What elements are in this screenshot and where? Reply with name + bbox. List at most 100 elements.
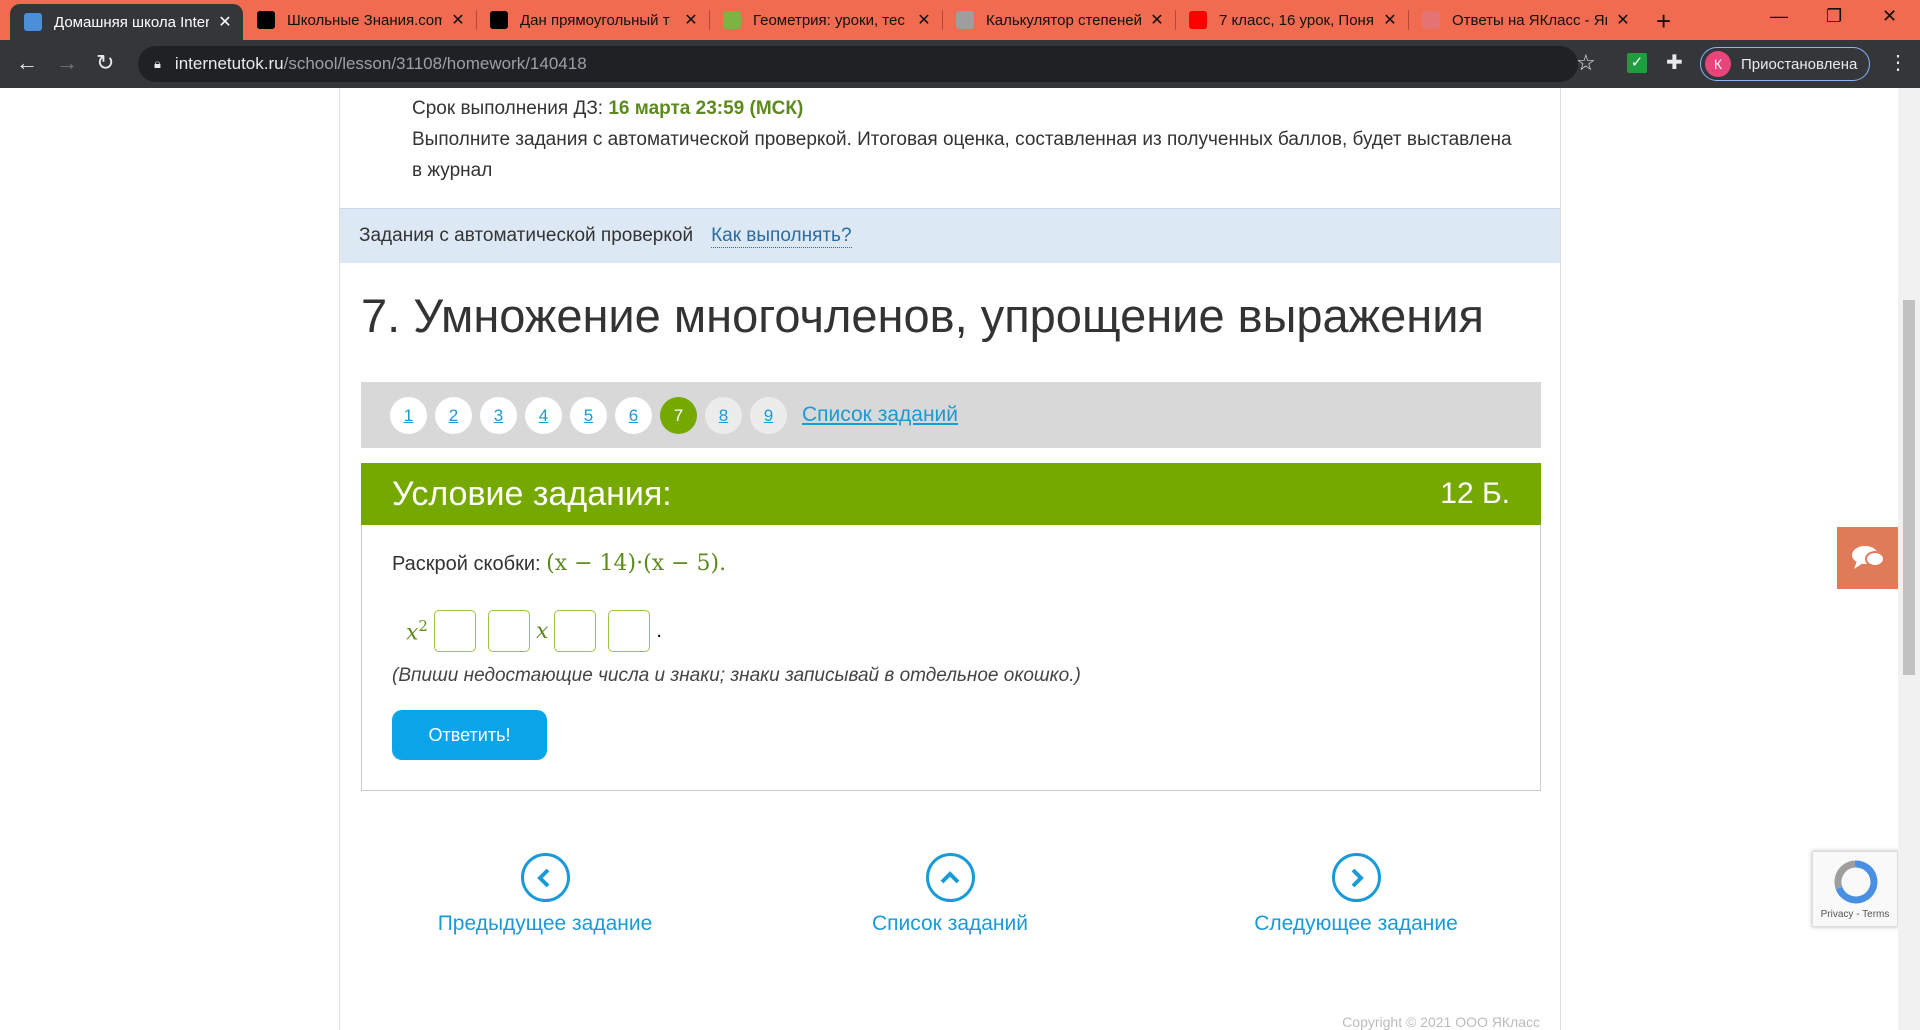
tab-title: Геометрия: уроки, тес	[753, 11, 905, 29]
znanija-icon	[257, 11, 275, 29]
lock-icon: 🔒︎	[154, 56, 161, 71]
vertical-scrollbar[interactable]	[1898, 88, 1920, 1030]
recaptcha-badge[interactable]: Privacy - Terms	[1812, 851, 1898, 927]
instructions-line-2: в журнал	[412, 160, 493, 181]
close-tab-icon[interactable]: ✕	[1615, 10, 1631, 30]
profile-button[interactable]: К Приостановлена	[1700, 47, 1870, 81]
restore-button[interactable]: ❐	[1826, 6, 1842, 27]
how-to-link[interactable]: Как выполнять?	[711, 225, 852, 248]
minimize-button[interactable]: —	[1770, 6, 1788, 27]
task-list-link[interactable]: Список заданий	[802, 403, 958, 427]
band-label: Задания с автоматической проверкой	[359, 225, 694, 246]
page-7-button[interactable]: 7	[660, 396, 697, 434]
address-bar-row: ← → ↻ 🔒︎ internetutok.ru /school/lesson/…	[0, 40, 1920, 88]
answer-power: 2	[418, 616, 428, 635]
task-header: Условие задания: 12 Б.	[361, 463, 1541, 525]
znanija-icon	[490, 11, 508, 29]
chevron-right-icon	[1331, 853, 1381, 902]
play-icon	[24, 13, 42, 31]
close-tab-icon[interactable]: ✕	[683, 10, 699, 30]
chevron-left-icon	[520, 853, 570, 902]
tab-title: Калькулятор степеней	[986, 11, 1141, 29]
answer-input-sign-1[interactable]	[433, 610, 476, 652]
answer-x-squared: x2	[406, 617, 428, 645]
more-menu-icon[interactable]: ⋮	[1888, 50, 1908, 75]
answer-input-sign-2[interactable]	[554, 610, 597, 652]
extensions-puzzle-icon[interactable]: ✚	[1666, 50, 1683, 75]
tab-bar: Домашняя школа InternetUrok✕Школьные Зна…	[0, 0, 1920, 40]
tab-title: Ответы на ЯКласс - Як	[1452, 11, 1607, 29]
deadline-value: 16 марта 23:59 (МСК)	[608, 98, 804, 119]
bookmark-star-icon[interactable]: ☆	[1576, 50, 1596, 76]
avatar: К	[1705, 51, 1731, 77]
profile-status: Приостановлена	[1741, 55, 1858, 73]
tab-separator	[1408, 10, 1409, 30]
page-content: Срок выполнения ДЗ: 16 марта 23:59 (МСК)…	[0, 88, 1898, 1030]
close-tab-icon[interactable]: ✕	[450, 10, 466, 30]
answer-var: x	[535, 618, 549, 644]
book-icon	[723, 11, 741, 29]
browser-tab[interactable]: Школьные Знания.com ✕	[243, 0, 476, 40]
tab-title: 7 класс, 16 урок, Поня	[1219, 11, 1374, 29]
close-tab-icon[interactable]: ✕	[916, 10, 932, 30]
answer-x: x	[406, 620, 419, 646]
page-9-button[interactable]: 9	[750, 396, 787, 434]
page-1-button[interactable]: 1	[390, 396, 427, 434]
recaptcha-links[interactable]: Privacy - Terms	[1813, 909, 1897, 920]
page-3-button[interactable]: 3	[480, 396, 517, 434]
browser-tab[interactable]: Геометрия: уроки, тес ✕	[709, 0, 942, 40]
answer-input-const[interactable]	[608, 610, 651, 652]
url-host: internetutok.ru	[174, 54, 284, 73]
task-prompt: Раскрой скобки:	[392, 553, 541, 575]
browser-tab[interactable]: Дан прямоугольный т ✕	[476, 0, 709, 40]
tab-separator	[476, 10, 477, 30]
extension-check-icon[interactable]: ✓	[1627, 53, 1647, 73]
task-question: Раскрой скобки: (x − 14)·(x − 5).	[392, 551, 726, 576]
url-input[interactable]: 🔒︎ internetutok.ru /school/lesson/31108/…	[138, 46, 1578, 82]
url-path: /school/lesson/31108/homework/140418	[283, 54, 587, 73]
new-tab-button[interactable]: +	[1656, 6, 1671, 37]
close-tab-icon[interactable]: ✕	[1149, 10, 1165, 30]
task-points: 12 Б.	[1440, 477, 1510, 510]
close-window-button[interactable]: ✕	[1882, 6, 1897, 27]
answer-end: .	[656, 619, 662, 642]
task-pagination: 123456789 Список заданий	[361, 382, 1541, 448]
task-expression: (x − 14)·(x − 5).	[546, 551, 727, 576]
next-task-label: Следующее задание	[1254, 912, 1458, 935]
prev-task-link[interactable]: Предыдущее задание	[395, 853, 695, 936]
tab-title: Дан прямоугольный т	[520, 11, 670, 29]
auto-check-band: Задания с автоматической проверкой Как в…	[340, 208, 1560, 263]
browser-tab[interactable]: Калькулятор степеней ✕	[942, 0, 1175, 40]
page-8-button[interactable]: 8	[705, 396, 742, 434]
recaptcha-icon	[1834, 860, 1878, 904]
deadline-label: Срок выполнения ДЗ:	[412, 98, 604, 119]
scrollbar-thumb[interactable]	[1903, 300, 1915, 675]
page-title: 7. Умножение многочленов, упрощение выра…	[361, 289, 1484, 342]
page-2-button[interactable]: 2	[435, 396, 472, 434]
back-icon[interactable]: ←	[16, 50, 38, 76]
submit-button[interactable]: Ответить!	[392, 710, 547, 760]
calculator-icon	[956, 11, 974, 29]
task-list-nav-link[interactable]: Список заданий	[800, 853, 1100, 936]
browser-tab[interactable]: Домашняя школа InternetUrok ✕	[10, 4, 243, 40]
tab-title: Школьные Знания.com	[287, 11, 442, 29]
next-task-link[interactable]: Следующее задание	[1206, 853, 1506, 936]
task-body: Раскрой скобки: (x − 14)·(x − 5). x2 x .…	[361, 525, 1541, 791]
page-6-button[interactable]: 6	[615, 396, 652, 434]
copyright: Copyright © 2021 ООО ЯКласс	[1342, 1014, 1540, 1030]
task-hint: (Впиши недостающие числа и знаки; знаки …	[392, 665, 1081, 686]
instructions-line-1: Выполните задания с автоматической прове…	[412, 129, 1512, 150]
chat-button[interactable]	[1837, 527, 1898, 589]
browser-tab[interactable]: Ответы на ЯКласс - Як ✕	[1408, 0, 1641, 40]
browser-tab[interactable]: 7 класс, 16 урок, Поня ✕	[1175, 0, 1408, 40]
page-5-button[interactable]: 5	[570, 396, 607, 434]
tab-separator	[709, 10, 710, 30]
chat-icon	[1851, 546, 1885, 569]
prev-task-label: Предыдущее задание	[437, 912, 653, 935]
close-tab-icon[interactable]: ✕	[217, 12, 233, 32]
close-tab-icon[interactable]: ✕	[1382, 10, 1398, 30]
reload-icon[interactable]: ↻	[96, 50, 114, 76]
forward-icon[interactable]: →	[56, 50, 78, 76]
answer-input-coef[interactable]	[487, 610, 530, 652]
page-4-button[interactable]: 4	[525, 396, 562, 434]
